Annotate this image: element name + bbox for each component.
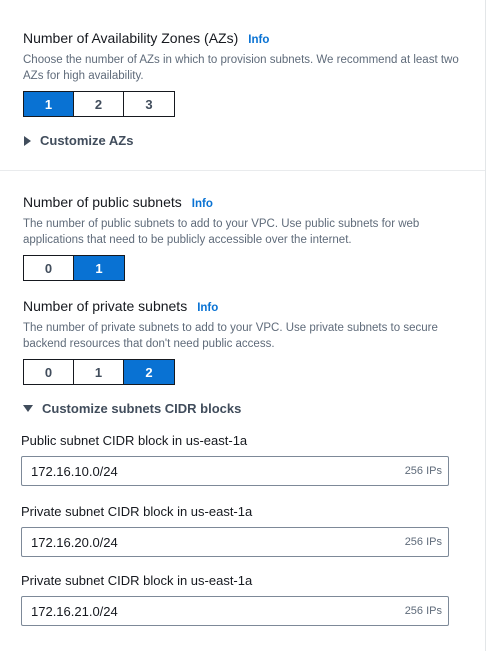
private-subnets-option-2[interactable]: 2	[124, 360, 174, 384]
customize-azs-label: Customize AZs	[40, 133, 134, 148]
private-cidr-ip-count-1: 256 IPs	[404, 536, 442, 548]
customize-azs-toggle[interactable]: Customize AZs	[24, 133, 133, 148]
public-cidr-input[interactable]: 172.16.10.0/24 256 IPs	[21, 456, 449, 486]
private-cidr-value-1: 172.16.20.0/24	[31, 534, 118, 550]
public-subnets-heading: Number of public subnets Info	[23, 194, 213, 210]
private-cidr-ip-count-2: 256 IPs	[404, 605, 442, 617]
public-cidr-value: 172.16.10.0/24	[31, 463, 118, 479]
public-subnets-description: The number of public subnets to add to y…	[23, 218, 420, 246]
public-subnets-info-link[interactable]: Info	[192, 198, 213, 210]
az-section: Number of Availability Zones (AZs) Info C…	[0, 0, 485, 171]
az-title: Number of Availability Zones (AZs)	[23, 30, 239, 46]
vpc-settings-panel: Number of Availability Zones (AZs) Info C…	[0, 0, 486, 651]
az-option-3[interactable]: 3	[124, 92, 174, 116]
customize-cidr-label: Customize subnets CIDR blocks	[42, 401, 242, 416]
private-subnets-info-link[interactable]: Info	[197, 302, 218, 314]
public-subnets-option-1[interactable]: 1	[74, 256, 124, 280]
private-subnets-title: Number of private subnets	[23, 298, 188, 314]
private-subnets-description: The number of private subnets to add to …	[23, 322, 438, 350]
public-subnets-title: Number of public subnets	[23, 194, 182, 210]
private-cidr-value-2: 172.16.21.0/24	[31, 603, 118, 619]
caret-down-icon	[23, 405, 33, 412]
private-cidr-label-1: Private subnet CIDR block in us-east-1a	[21, 504, 253, 519]
public-cidr-label: Public subnet CIDR block in us-east-1a	[21, 433, 248, 448]
public-cidr-ip-count: 256 IPs	[404, 465, 442, 477]
public-subnets-option-0[interactable]: 0	[24, 256, 74, 280]
private-subnets-option-0[interactable]: 0	[24, 360, 74, 384]
private-cidr-input-2[interactable]: 172.16.21.0/24 256 IPs	[21, 596, 449, 626]
public-subnets-selector: 0 1	[23, 255, 125, 281]
private-subnets-selector: 0 1 2	[23, 359, 175, 385]
caret-right-icon	[24, 135, 31, 146]
private-subnets-option-1[interactable]: 1	[74, 360, 124, 384]
az-description: Choose the number of AZs in which to pro…	[23, 54, 459, 82]
private-cidr-input-1[interactable]: 172.16.20.0/24 256 IPs	[21, 527, 449, 557]
private-subnets-heading: Number of private subnets Info	[23, 298, 218, 314]
az-count-selector: 1 2 3	[23, 91, 175, 117]
az-option-1[interactable]: 1	[24, 92, 74, 116]
az-option-2[interactable]: 2	[74, 92, 124, 116]
private-cidr-label-2: Private subnet CIDR block in us-east-1a	[21, 573, 253, 588]
az-info-link[interactable]: Info	[248, 34, 269, 46]
az-heading: Number of Availability Zones (AZs) Info	[23, 30, 269, 46]
customize-cidr-toggle[interactable]: Customize subnets CIDR blocks	[23, 401, 241, 416]
